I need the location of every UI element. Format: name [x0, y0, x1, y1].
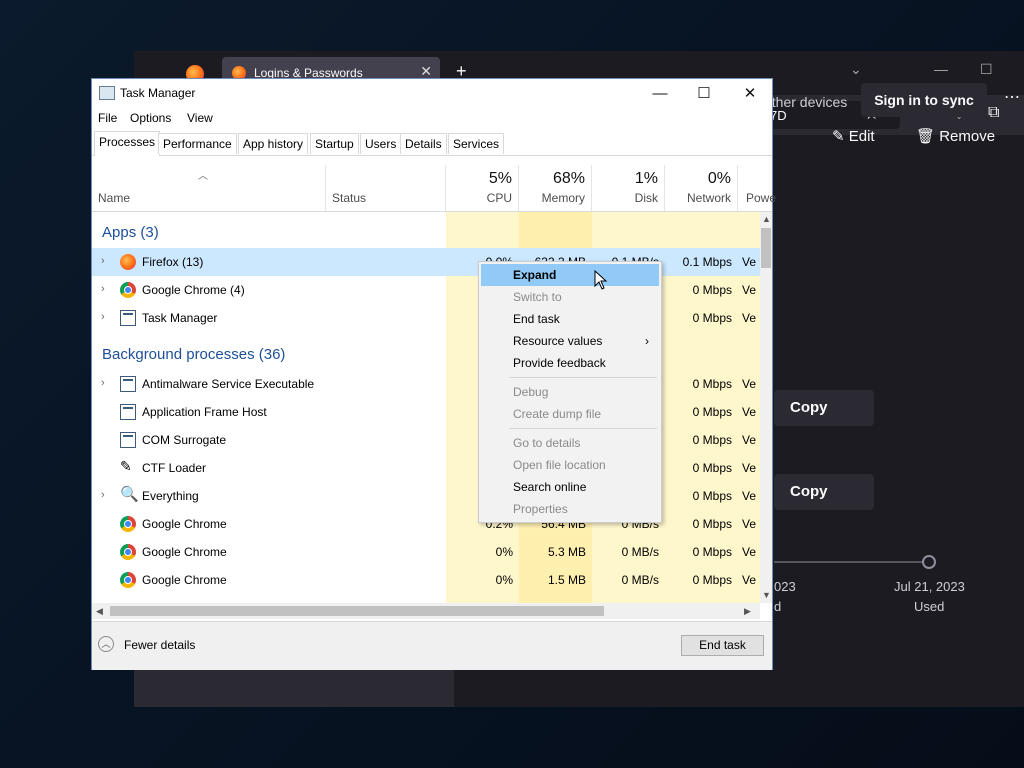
mouse-cursor-icon: [594, 270, 608, 290]
copy-username-button[interactable]: Copy: [774, 390, 874, 426]
table-row[interactable]: Google Chrome 0% 1.5 MB 0 MB/s 0 Mbps Ve: [92, 566, 760, 594]
chrome-icon: [120, 572, 136, 588]
menu-separator: [509, 377, 657, 378]
horizontal-scroll-thumb[interactable]: [110, 606, 604, 616]
footer-bar: ︿ Fewer details End task: [92, 621, 772, 670]
chevron-right-icon[interactable]: ›: [101, 283, 105, 295]
window-app-icon: [120, 404, 136, 420]
list-tabs-icon[interactable]: ⌄: [850, 61, 862, 78]
tab-performance[interactable]: Performance: [158, 133, 237, 154]
tab-services[interactable]: Services: [448, 133, 505, 154]
close-button[interactable]: ✕: [728, 82, 772, 106]
window-title: Task Manager: [120, 86, 196, 100]
maximize-button[interactable]: ☐: [682, 82, 726, 106]
scroll-down-icon[interactable]: ▼: [762, 590, 771, 600]
firefox-icon: [120, 254, 136, 270]
title-bar[interactable]: Task Manager — ☐ ✕: [92, 79, 772, 107]
menu-item-expand[interactable]: Expand: [481, 264, 659, 286]
extensions-icon[interactable]: ⧉: [988, 104, 999, 122]
scroll-left-icon[interactable]: ◀: [96, 606, 103, 617]
menu-separator: [509, 428, 657, 429]
table-row[interactable]: Google Chrome 0% 5.3 MB 0 MB/s 0 Mbps Ve: [92, 538, 760, 566]
tab-app-history[interactable]: App history: [238, 133, 309, 154]
timeline-label-left: d: [774, 599, 782, 614]
group-background-header: Background processes (36): [102, 346, 286, 363]
group-apps-header: Apps (3): [102, 224, 159, 241]
window-app-icon: [120, 432, 136, 448]
chrome-icon: [120, 282, 136, 298]
menu-item-debug[interactable]: Debug: [481, 381, 659, 403]
minimize-icon[interactable]: —: [934, 61, 948, 77]
task-manager-window: Task Manager — ☐ ✕ File Options View Pro…: [91, 78, 776, 670]
menu-item-end-task[interactable]: End task: [481, 308, 659, 330]
menu-options[interactable]: Options: [130, 111, 171, 125]
menu-item-properties[interactable]: Properties: [481, 498, 659, 520]
scroll-up-icon[interactable]: ▲: [762, 214, 771, 224]
history-timeline: [774, 561, 926, 563]
col-disk[interactable]: 1% Disk: [592, 165, 665, 211]
timeline-date-left: 023: [774, 579, 796, 594]
chevron-up-circle-icon: ︿: [98, 636, 114, 652]
tab-details[interactable]: Details: [400, 133, 447, 154]
vertical-scroll-thumb[interactable]: [761, 228, 771, 268]
trash-icon: 🗑: [916, 128, 940, 145]
menu-item-switch-to[interactable]: Switch to: [481, 286, 659, 308]
sign-in-sync-button[interactable]: Sign in to sync: [861, 83, 987, 117]
menu-item-search-online[interactable]: Search online: [481, 476, 659, 498]
col-network[interactable]: 0% Network: [665, 165, 738, 211]
task-manager-icon: [120, 310, 136, 326]
menu-item-open-file-location[interactable]: Open file location: [481, 454, 659, 476]
tab-startup[interactable]: Startup: [310, 133, 359, 154]
other-devices-text: other devices: [764, 94, 848, 110]
task-manager-app-icon: [99, 86, 115, 100]
menu-item-go-to-details[interactable]: Go to details: [481, 432, 659, 454]
pencil-icon: ✎: [832, 128, 849, 145]
submenu-arrow-icon: ›: [645, 334, 649, 348]
maximize-icon[interactable]: ☐: [980, 61, 993, 78]
menu-item-create-dump[interactable]: Create dump file: [481, 403, 659, 425]
col-status[interactable]: Status: [326, 165, 446, 211]
chrome-icon: [120, 544, 136, 560]
col-power[interactable]: Powe: [738, 165, 776, 211]
scroll-right-icon[interactable]: ▶: [744, 606, 751, 617]
window-app-icon: [120, 376, 136, 392]
end-task-button[interactable]: End task: [681, 635, 764, 656]
tab-users[interactable]: Users: [360, 133, 402, 154]
col-memory[interactable]: 68% Memory: [519, 165, 592, 211]
tab-strip: Processes Performance App history Startu…: [92, 131, 772, 156]
copy-password-button[interactable]: Copy: [774, 474, 874, 510]
col-name[interactable]: Name: [92, 165, 326, 211]
remove-button[interactable]: 🗑 Remove: [916, 127, 995, 145]
menu-file[interactable]: File: [98, 111, 117, 125]
horizontal-scrollbar[interactable]: ◀ ▶: [92, 603, 760, 619]
chevron-right-icon[interactable]: ›: [101, 489, 105, 501]
timeline-label-right: Used: [914, 599, 945, 614]
menu-item-provide-feedback[interactable]: Provide feedback: [481, 352, 659, 374]
column-header: ︿ Name Status 5% CPU 68% Memory 1% Disk …: [92, 165, 776, 212]
vertical-scrollbar[interactable]: ▲ ▼: [760, 212, 772, 603]
chevron-right-icon[interactable]: ›: [101, 311, 105, 323]
menu-view[interactable]: View: [187, 111, 213, 125]
tab-processes[interactable]: Processes: [94, 131, 161, 156]
magnifier-icon: 🔍: [120, 486, 139, 503]
menu-item-resource-values[interactable]: Resource values ›: [481, 330, 659, 352]
minimize-button[interactable]: —: [638, 82, 682, 106]
menu-dots-icon[interactable]: ⋯: [1004, 87, 1020, 107]
timeline-date-right: Jul 21, 2023: [894, 579, 965, 594]
edit-button[interactable]: ✎ Edit: [832, 127, 875, 145]
chevron-right-icon[interactable]: ›: [101, 255, 105, 267]
ctf-loader-icon: ✎: [120, 458, 132, 474]
timeline-dot: [922, 555, 936, 569]
col-cpu[interactable]: 5% CPU: [446, 165, 519, 211]
chevron-right-icon[interactable]: ›: [101, 377, 105, 389]
chrome-icon: [120, 516, 136, 532]
context-menu: Expand Switch to End task Resource value…: [478, 261, 662, 523]
